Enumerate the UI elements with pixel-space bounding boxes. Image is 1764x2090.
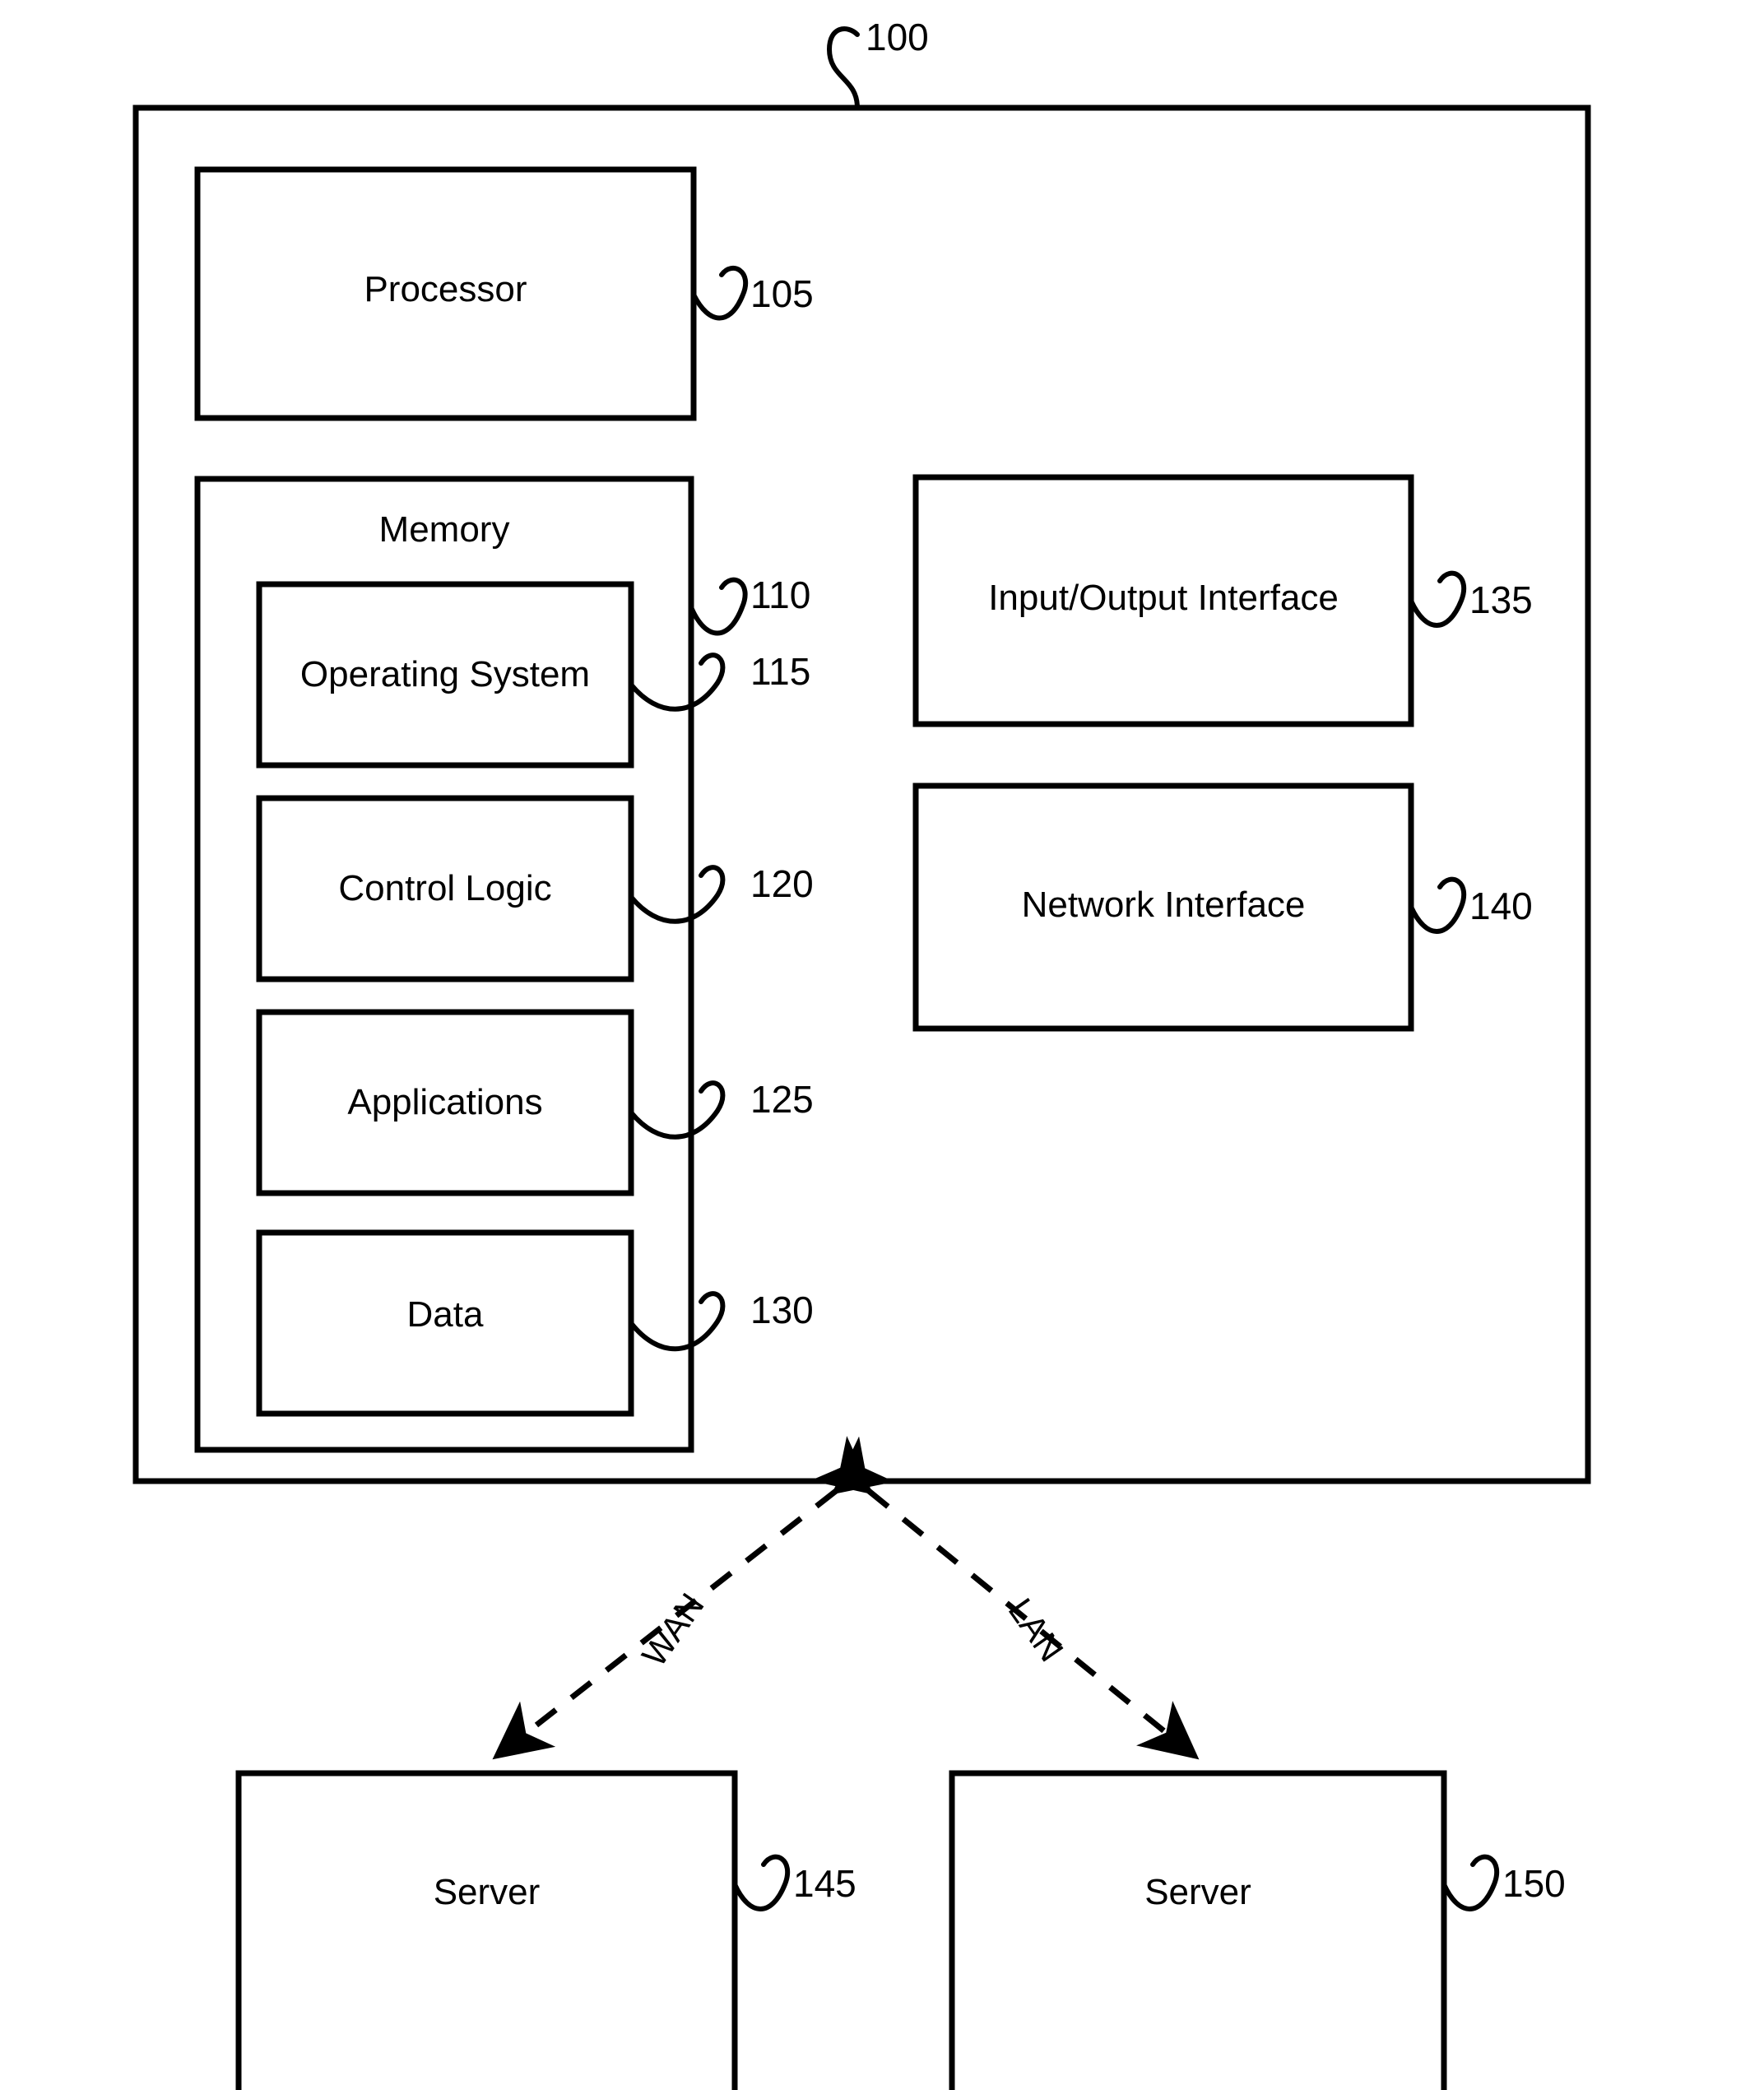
leader-150 [1441, 1854, 1500, 1911]
leader-130 [629, 1291, 726, 1352]
ref-number-115: 115 [750, 650, 811, 693]
leader-120 [629, 865, 726, 924]
ref-number-130: 130 [750, 1289, 814, 1331]
ref-number-150: 150 [1502, 1862, 1566, 1905]
ref-number-105: 105 [750, 272, 814, 315]
io-interface-label: Input/Output Interface [988, 578, 1339, 618]
data-label: Data [406, 1294, 484, 1335]
network-interface-label: Network Interface [1021, 885, 1306, 925]
ref-number-140: 140 [1469, 885, 1533, 927]
ref-number-145: 145 [793, 1862, 856, 1905]
leader-125 [629, 1080, 726, 1140]
ref-number-100: 100 [866, 16, 929, 58]
leader-145 [732, 1854, 791, 1911]
operating-system-label: Operating System [299, 654, 591, 694]
server-lan-box [949, 1770, 1447, 2090]
server-wan-label: Server [433, 1872, 541, 1912]
server-wan-box [235, 1770, 738, 2090]
control-logic-label: Control Logic [338, 868, 552, 908]
ref-number-125: 125 [750, 1078, 814, 1121]
ref-number-120: 120 [750, 862, 814, 905]
ref-number-110: 110 [750, 574, 811, 616]
applications-label: Applications [347, 1082, 543, 1122]
computing-device-box [132, 104, 1591, 1484]
leader-105 [691, 265, 749, 321]
ref-number-135: 135 [1469, 578, 1533, 621]
figure-linework [132, 26, 1591, 2090]
leader-100 [826, 26, 860, 110]
memory-label: Memory [378, 509, 510, 550]
leader-115 [629, 653, 726, 712]
leader-110 [689, 577, 748, 636]
leader-135 [1409, 570, 1467, 628]
figure-canvas: 100 Processor 105 Memory 110 Operating S… [0, 0, 1764, 2090]
processor-label: Processor [364, 269, 527, 309]
leader-140 [1409, 876, 1467, 934]
server-lan-label: Server [1144, 1872, 1251, 1912]
